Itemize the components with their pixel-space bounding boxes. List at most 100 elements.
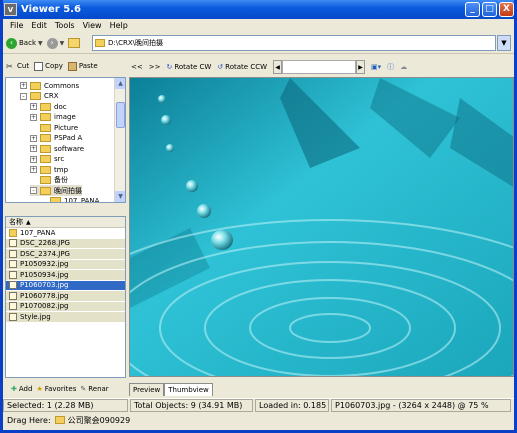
file-name: 107_PANA: [20, 228, 56, 237]
menu-file[interactable]: File: [6, 21, 27, 30]
scroll-down-icon[interactable]: ▼: [115, 191, 125, 202]
tree-item[interactable]: + tmp: [30, 164, 68, 175]
cloud-icon[interactable]: ☁: [400, 63, 407, 71]
file-row[interactable]: Style.jpg: [6, 312, 125, 323]
drag-target[interactable]: 公司聚会090929: [68, 415, 131, 426]
tree-item[interactable]: + doc: [30, 101, 67, 112]
collapse-icon[interactable]: -: [20, 92, 27, 100]
scroll-thumb[interactable]: [116, 102, 125, 128]
water-drops-image: [130, 78, 513, 376]
slider-right-icon[interactable]: ▶: [356, 60, 366, 74]
window-title: Viewer 5.6: [21, 4, 81, 15]
maximize-button[interactable]: □: [482, 2, 497, 17]
up-folder-icon[interactable]: [68, 38, 81, 48]
viewer-tabs: Preview Thumbview: [129, 380, 514, 396]
menu-tools[interactable]: Tools: [51, 21, 79, 30]
tree-item[interactable]: + software: [30, 143, 84, 154]
cut-button[interactable]: ✂ Cut: [6, 62, 29, 71]
forward-button[interactable]: › ▼: [46, 37, 65, 49]
menu-view[interactable]: View: [79, 21, 106, 30]
navigation-bar: ‹ Back ▼ › ▼ D:\CRX\晚间拍摄 ▼: [3, 33, 514, 54]
paste-icon: [67, 61, 77, 71]
tree-item-label: src: [54, 155, 65, 163]
file-name: Style.jpg: [20, 312, 51, 321]
folder-icon: [40, 123, 51, 132]
rotate-ccw-button[interactable]: ↺ Rotate CCW: [217, 63, 267, 71]
menu-edit[interactable]: Edit: [27, 21, 51, 30]
file-row[interactable]: P1060778.jpg: [6, 291, 125, 302]
expand-icon[interactable]: +: [20, 82, 27, 89]
minimize-button[interactable]: _: [465, 2, 480, 17]
file-row[interactable]: P1050934.jpg: [6, 270, 125, 281]
folder-icon: [40, 134, 51, 142]
add-tab[interactable]: ✚ Add: [11, 385, 32, 393]
tree-item-label: CRX: [44, 92, 59, 100]
image-preview[interactable]: [129, 77, 514, 377]
expand-icon[interactable]: +: [30, 155, 37, 163]
folder-icon: [40, 144, 51, 153]
image-file-icon: [9, 281, 17, 290]
paste-button[interactable]: Paste: [67, 61, 98, 71]
tree-item[interactable]: 备份: [30, 175, 68, 186]
file-row[interactable]: DSC_2268.JPG: [6, 238, 125, 249]
status-image-info: P1060703.jpg - (3264 x 2448) @ 75 %: [331, 399, 511, 412]
tree-item[interactable]: - CRX: [20, 91, 59, 102]
image-file-icon: [9, 249, 17, 258]
collapse-icon[interactable]: -: [30, 187, 37, 194]
folder-icon: [40, 102, 51, 111]
close-button[interactable]: X: [499, 2, 514, 17]
column-header-name[interactable]: 名称 ▲: [6, 217, 125, 228]
file-row[interactable]: P1050932.jpg: [6, 259, 125, 270]
tree-item[interactable]: Picture: [30, 122, 78, 133]
favorites-tab[interactable]: ★ Favorites: [36, 385, 76, 393]
zoom-slider[interactable]: ◀ ▶: [273, 60, 366, 74]
left-tabs: ✚ Add ★ Favorites ✎ Renar: [5, 380, 126, 397]
status-bar: Selected: 1 (2.28 MB) Total Objects: 9 (…: [3, 398, 514, 412]
expand-icon[interactable]: +: [30, 113, 37, 121]
expand-icon[interactable]: +: [30, 103, 37, 110]
info-icon[interactable]: ⓘ: [387, 62, 394, 72]
view-mode-icon[interactable]: ▣▾: [371, 63, 381, 71]
tree-item[interactable]: + Commons: [20, 80, 79, 91]
file-row[interactable]: DSC_2374.JPG: [6, 249, 125, 260]
image-file-icon: [9, 312, 17, 321]
tab-thumbview[interactable]: Thumbview: [164, 383, 213, 396]
slider-track[interactable]: [282, 60, 357, 74]
tree-item[interactable]: + image: [30, 112, 76, 123]
expand-icon[interactable]: +: [30, 134, 37, 142]
tree-scrollbar[interactable]: ▲ ▼: [114, 78, 125, 202]
address-dropdown-button[interactable]: ▼: [497, 35, 511, 51]
rotate-ccw-label: Rotate CCW: [225, 63, 268, 71]
tab-preview[interactable]: Preview: [129, 383, 165, 396]
file-row[interactable]: 107_PANA: [6, 228, 125, 239]
title-bar[interactable]: V Viewer 5.6 _ □ X: [3, 0, 514, 19]
scroll-up-icon[interactable]: ▲: [115, 78, 125, 89]
slider-left-icon[interactable]: ◀: [273, 60, 283, 74]
rename-tab[interactable]: ✎ Renar: [80, 385, 108, 393]
expand-icon[interactable]: +: [30, 166, 37, 173]
back-dropdown-icon[interactable]: ▼: [38, 40, 43, 47]
expand-icon[interactable]: +: [30, 145, 37, 152]
tree-item[interactable]: + src: [30, 154, 64, 165]
tree-item[interactable]: 107_PANA: [40, 196, 99, 202]
drag-label: Drag Here:: [7, 415, 51, 425]
file-row[interactable]: P1070082.jpg: [6, 301, 125, 312]
file-name: P1070082.jpg: [20, 302, 69, 311]
back-button[interactable]: ‹ Back ▼: [6, 37, 43, 49]
folder-tree[interactable]: + Commons - CRX + doc + image Picture + PSPad A + so…: [5, 77, 126, 203]
address-bar[interactable]: D:\CRX\晚间拍摄: [92, 35, 496, 51]
file-row[interactable]: P1060703.jpg: [6, 280, 125, 291]
tree-item[interactable]: - 晚间拍摄: [30, 185, 82, 196]
copy-button[interactable]: Copy: [34, 61, 63, 71]
copy-label: Copy: [45, 62, 63, 70]
tree-item[interactable]: + PSPad A: [30, 133, 82, 144]
previous-button[interactable]: <<: [131, 63, 143, 71]
folder-icon: [40, 165, 51, 174]
menu-help[interactable]: Help: [106, 21, 132, 30]
status-selected: Selected: 1 (2.28 MB): [3, 399, 128, 412]
folder-icon: [95, 39, 105, 47]
forward-dropdown-icon[interactable]: ▼: [60, 40, 65, 47]
rotate-cw-button[interactable]: ↻ Rotate CW: [166, 63, 211, 71]
image-file-icon: [9, 239, 17, 248]
next-button[interactable]: >>: [149, 63, 161, 71]
